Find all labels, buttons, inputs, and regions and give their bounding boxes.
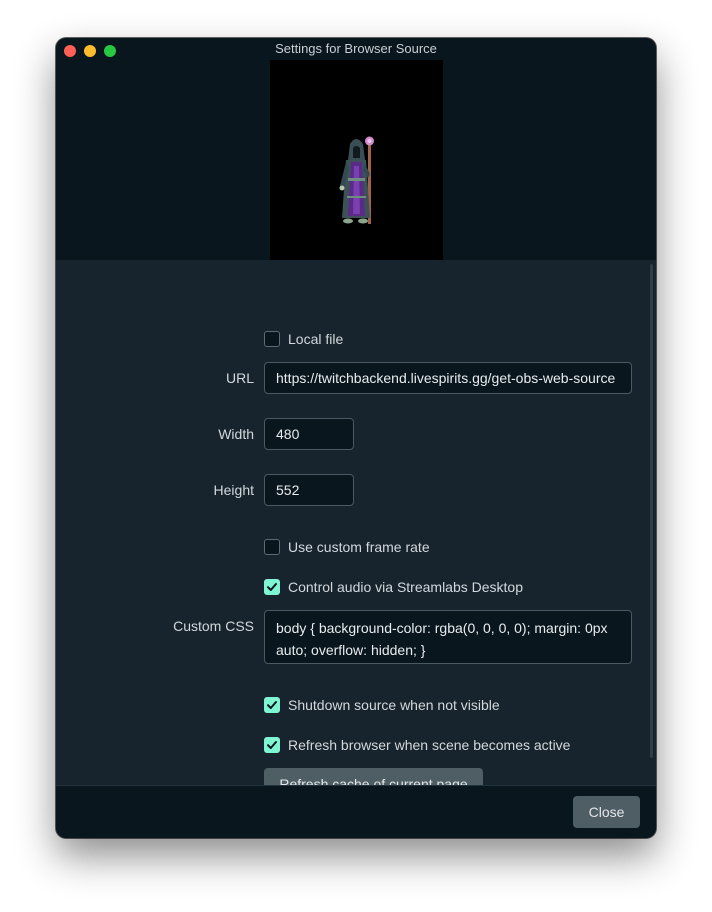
dialog-footer: Close <box>56 785 656 838</box>
local-file-checkbox-row[interactable]: Local file <box>264 330 343 348</box>
title-bar[interactable]: Settings for Browser Source <box>56 38 656 60</box>
control-audio-label: Control audio via Streamlabs Desktop <box>288 579 524 595</box>
url-input[interactable]: https://twitchbackend.livespirits.gg/get… <box>264 362 632 394</box>
checkmark-icon <box>267 583 277 591</box>
custom-frame-rate-checkbox[interactable] <box>264 539 280 555</box>
refresh-browser-label: Refresh browser when scene becomes activ… <box>288 737 571 753</box>
checkmark-icon <box>267 741 277 749</box>
shutdown-source-checkbox[interactable] <box>264 697 280 713</box>
refresh-browser-checkbox[interactable] <box>264 737 280 753</box>
settings-window: Settings for Browser Source Local file U… <box>56 38 656 838</box>
width-label: Width <box>218 426 254 442</box>
height-input[interactable]: 552 <box>264 474 354 506</box>
close-button[interactable]: Close <box>573 796 640 828</box>
vertical-scrollbar[interactable] <box>650 264 653 758</box>
control-audio-row[interactable]: Control audio via Streamlabs Desktop <box>264 578 523 596</box>
settings-form: Local file URL https://twitchbackend.liv… <box>56 260 656 800</box>
height-label: Height <box>213 482 254 498</box>
custom-css-textarea[interactable]: body { background-color: rgba(0, 0, 0, 0… <box>264 610 632 664</box>
checkmark-icon <box>267 701 277 709</box>
width-input[interactable]: 480 <box>264 418 354 450</box>
local-file-checkbox[interactable] <box>264 331 280 347</box>
custom-frame-rate-row[interactable]: Use custom frame rate <box>264 538 430 556</box>
custom-css-label: Custom CSS <box>173 618 254 634</box>
local-file-label: Local file <box>288 331 344 347</box>
shutdown-source-row[interactable]: Shutdown source when not visible <box>264 696 500 714</box>
url-label: URL <box>225 370 254 386</box>
refresh-browser-row[interactable]: Refresh browser when scene becomes activ… <box>264 736 570 754</box>
window-title: Settings for Browser Source <box>275 41 437 56</box>
preview-canvas <box>270 60 443 260</box>
source-preview <box>56 60 656 260</box>
wizard-character-image <box>339 136 374 224</box>
control-audio-checkbox[interactable] <box>264 579 280 595</box>
custom-frame-rate-label: Use custom frame rate <box>288 539 430 555</box>
shutdown-source-label: Shutdown source when not visible <box>288 697 500 713</box>
